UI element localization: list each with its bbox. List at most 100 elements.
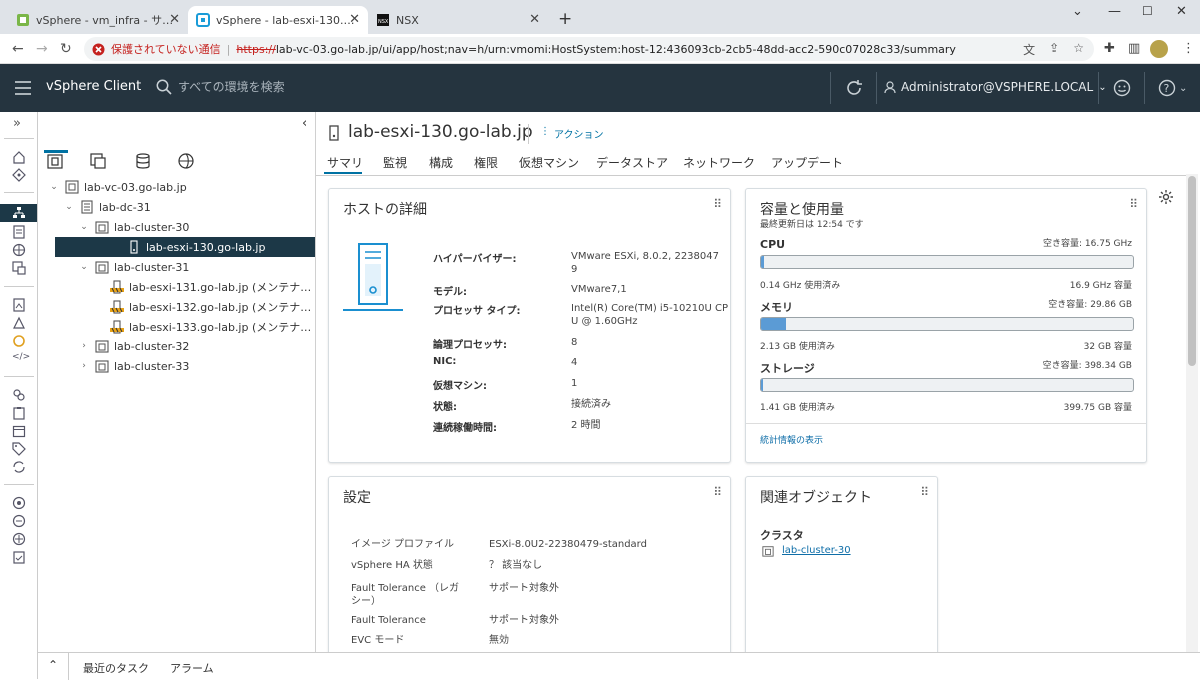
share-icon[interactable]: ⇪ [1049,41,1059,58]
collapse-panel-icon[interactable]: ‹ [302,116,307,131]
chevron-down-icon[interactable]: ⌄ [78,222,90,232]
bookmark-star-icon[interactable]: ☆ [1073,41,1084,58]
shortcuts-icon[interactable] [12,168,26,182]
drag-handle-icon[interactable]: ⠿ [1129,197,1138,211]
tab-summary[interactable]: サマリ [327,154,363,171]
expand-rail-icon[interactable]: » [13,116,21,131]
tree-item-cluster-31[interactable]: ⌄ lab-cluster-31 [38,257,315,277]
url-field[interactable]: 保護されていない通信 | https:// lab-vc-03.go-lab.j… [84,37,1094,61]
developer-center-icon[interactable]: </> [12,352,30,362]
tab-datastores[interactable]: データストア [596,154,668,171]
tree-item-cluster-32[interactable]: › lab-cluster-32 [38,336,315,356]
drag-handle-icon[interactable]: ⠿ [920,485,929,499]
content-scrollbar[interactable] [1186,174,1198,652]
tags-icon[interactable] [12,442,26,456]
tree-item-cluster-33[interactable]: › lab-cluster-33 [38,356,315,376]
user-menu[interactable]: Administrator@VSPHERE.LOCAL ⌄ [884,80,1107,94]
hamburger-menu-icon[interactable] [15,81,31,95]
close-tab-icon[interactable]: ✕ [529,12,540,27]
tree-item-datacenter[interactable]: ⌄ lab-dc-31 [38,197,315,217]
global-search[interactable]: すべての環境を検索 [156,78,285,95]
new-tab-button[interactable]: + [558,9,572,29]
chevron-up-icon[interactable]: ⌃ [48,658,58,672]
workload-management-icon[interactable] [12,316,26,330]
administration-icon[interactable] [12,496,26,510]
evc-mode-value: 無効 [489,635,509,646]
tasks-calendar-icon[interactable] [12,424,26,438]
networking-tab-icon[interactable] [177,152,195,170]
hosts-clusters-tab-icon[interactable] [46,152,64,170]
lifecycle-manager-icon[interactable] [12,460,26,474]
translate-icon[interactable]: 文 [1023,41,1035,58]
recent-tasks-tab[interactable]: 最近のタスク [83,660,149,676]
feedback-smiley-icon[interactable] [1113,79,1131,97]
close-tab-icon[interactable]: ✕ [169,12,180,27]
tab-permissions[interactable]: 権限 [474,154,498,171]
maximize-button[interactable]: ☐ [1142,4,1153,18]
tab-monitor[interactable]: 監視 [383,154,407,171]
tree-item-esxi-131[interactable]: lab-esxi-131.go-lab.jp (メンテナンス... [38,277,315,297]
tab-networks[interactable]: ネットワーク [683,154,755,171]
clipboard-icon[interactable] [12,550,26,564]
storage-icon[interactable] [12,243,26,257]
tree-item-esxi-133[interactable]: lab-esxi-133.go-lab.jp (メンテナン... [38,317,315,337]
not-secure-icon[interactable] [92,43,105,56]
chevron-down-icon[interactable]: ⌄ [48,182,60,192]
tree-item-esxi-130-selected[interactable]: lab-esxi-130.go-lab.jp [55,237,315,257]
tab-vms[interactable]: 仮想マシン [519,154,579,171]
cloud-provider-icon[interactable] [12,514,26,528]
refresh-icon[interactable] [845,79,863,97]
app-brand[interactable]: vSphere Client [46,79,141,94]
global-inventory-icon[interactable] [12,334,26,348]
drag-handle-icon[interactable]: ⠿ [713,197,722,211]
minimize-button[interactable]: — [1108,4,1121,19]
tree-item-vcenter[interactable]: ⌄ lab-vc-03.go-lab.jp [38,177,315,197]
chevron-down-icon[interactable]: ⌄ [78,262,90,272]
chevron-right-icon[interactable]: › [78,341,90,351]
tree-item-cluster-30[interactable]: ⌄ lab-cluster-30 [38,217,315,237]
side-panel-icon[interactable]: ▥ [1128,41,1140,56]
vms-templates-tab-icon[interactable] [89,152,107,170]
cluster-section-label: クラスタ [760,529,804,542]
url-text: lab-vc-03.go-lab.jp/ui/app/host;nav=h/ur… [275,42,956,56]
tab-updates[interactable]: アップデート [771,154,843,171]
drag-handle-icon[interactable]: ⠿ [713,485,722,499]
host-details-card: ホストの詳細 ⠿ ハイパーバイザー: VMware ESXi, 8.0.2, 2… [328,188,731,463]
close-tab-icon[interactable]: ✕ [349,12,360,27]
content-libraries-icon[interactable] [12,298,26,312]
vms-templates-icon[interactable] [12,225,26,239]
host-maintenance-icon [110,280,124,294]
security-warning[interactable]: 保護されていない通信 [111,41,221,57]
close-window-button[interactable]: ✕ [1176,4,1187,19]
gear-icon[interactable] [1158,189,1174,205]
scrollbar-thumb[interactable] [1188,176,1196,366]
profile-avatar[interactable] [1150,40,1168,58]
actions-menu[interactable]: ⋮ アクション [540,126,604,141]
storage-tab-icon[interactable] [134,152,152,170]
tab-search-icon[interactable]: ⌄ [1072,4,1083,19]
browser-tab-nsx[interactable]: NSX NSX ✕ [368,6,548,34]
back-icon[interactable]: ← [12,41,24,57]
reload-icon[interactable]: ↻ [60,41,72,57]
tree-item-esxi-132[interactable]: lab-esxi-132.go-lab.jp (メンテナン... [38,297,315,317]
nsx-favicon-icon: NSX [377,14,389,26]
skyline-health-icon[interactable] [12,532,26,546]
auto-deploy-icon[interactable] [12,406,26,420]
chevron-down-icon[interactable]: ⌄ [63,202,75,212]
browser-tab-vm-infra[interactable]: vSphere - vm_infra - サマリ ✕ [8,6,188,34]
alarms-tab[interactable]: アラーム [170,660,214,676]
chevron-right-icon[interactable]: › [78,361,90,371]
browser-tab-esxi-130[interactable]: vSphere - lab-esxi-130.go-lab.jp ✕ [188,6,368,34]
tab-configure[interactable]: 構成 [429,154,453,171]
policies-profiles-icon[interactable] [12,388,26,402]
networking-icon[interactable] [12,261,26,275]
related-cluster-link[interactable]: lab-cluster-30 [782,545,851,556]
chevron-down-icon: ⌄ [1098,81,1107,93]
forward-icon[interactable]: → [36,41,48,57]
browser-menu-icon[interactable]: ⋮ [1182,41,1195,56]
view-stats-link[interactable]: 統計情報の表示 [760,435,823,448]
extensions-icon[interactable]: ✚ [1104,41,1115,56]
home-icon[interactable] [12,150,26,164]
help-menu[interactable]: ? ⌄ [1158,79,1187,97]
ha-state-label: vSphere HA 状態 [351,560,433,571]
